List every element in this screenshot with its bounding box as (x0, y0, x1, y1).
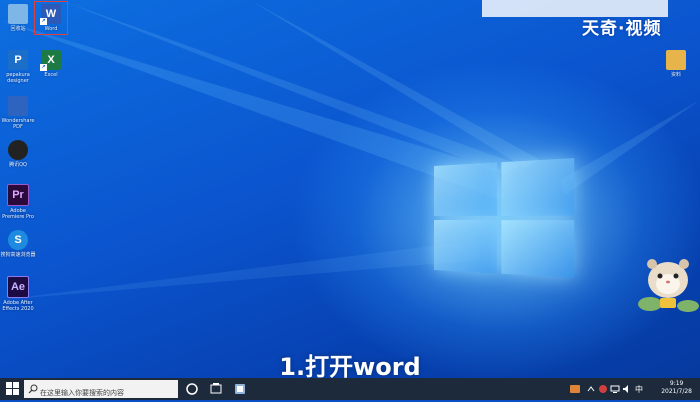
desktop-icon-label: 回收站 (10, 26, 26, 32)
windows-logo-pane (434, 220, 497, 274)
shortcut-arrow-icon: ↗ (40, 64, 47, 71)
desktop-icon-sogou[interactable]: S 搜狗高速浏览器 (0, 230, 36, 258)
folder-icon (666, 50, 686, 70)
desktop-icon-word[interactable]: W ↗ Word (33, 4, 69, 32)
tray-app-icon[interactable] (570, 384, 580, 394)
clock-time: 9:19 (669, 380, 684, 387)
taskbar-app-icon[interactable] (232, 381, 248, 397)
cortana-icon[interactable] (184, 381, 200, 397)
desktop-icon-label: Wondershare PDF (1, 118, 35, 130)
windows-start-icon[interactable] (6, 382, 20, 396)
desktop-icon-label: Adobe After Effects 2020 (2, 300, 34, 312)
task-view-icon[interactable] (208, 381, 224, 397)
desktop-icon-pepakura[interactable]: P pepakura designer (0, 50, 36, 84)
app-icon (8, 96, 28, 116)
search-icon (28, 384, 38, 394)
penguin-icon (8, 140, 28, 160)
windows-logo (434, 158, 575, 278)
clock-date: 2021/7/28 (661, 388, 692, 395)
premiere-icon: Pr (7, 184, 29, 206)
excel-icon: X ↗ (40, 50, 61, 71)
tray-app-icon[interactable] (598, 384, 608, 394)
desktop-icon-label: Adobe Premiere Pro (2, 208, 34, 220)
desktop-icon-excel[interactable]: X ↗ Excel (33, 50, 69, 78)
desktop-icon-label: 搜狗高速浏览器 (0, 252, 36, 258)
search-placeholder: 在这里输入你要搜索的内容 (40, 389, 124, 397)
desktop-icon-folder[interactable]: 资料 (658, 50, 694, 78)
windows-logo-pane (501, 220, 575, 278)
wallpaper-light-beams (0, 0, 700, 300)
browser-icon: S (8, 230, 28, 250)
hamster-mascot-icon (638, 259, 699, 312)
taskbar-search[interactable]: 在这里输入你要搜索的内容 (24, 380, 178, 398)
desktop-icon-label: Excel (44, 72, 58, 78)
desktop-icon-premiere[interactable]: Pr Adobe Premiere Pro (0, 184, 36, 220)
word-icon: W ↗ (40, 4, 61, 25)
windows-logo-pane (501, 158, 575, 216)
desktop-icon-label: pepakura designer (6, 72, 30, 84)
desktop-icon-qq[interactable]: 腾讯QQ (0, 140, 36, 168)
taskbar-clock[interactable]: 9:19 2021/7/28 (661, 380, 692, 396)
recycle-bin-icon (8, 4, 28, 24)
caption: 1.打开word (279, 353, 421, 378)
watermark: 天奇·视频 (582, 19, 662, 39)
volume-icon[interactable] (622, 384, 632, 394)
windows-logo-pane (434, 162, 497, 216)
desktop-icon-label: Word (44, 26, 58, 32)
after-effects-icon: Ae (7, 276, 29, 298)
ime-icon[interactable]: 中 (634, 384, 644, 394)
pepakura-icon: P (8, 50, 28, 70)
desktop-icon-label: 腾讯QQ (9, 162, 27, 168)
network-icon[interactable] (610, 384, 620, 394)
desktop-icon-recycle-bin[interactable]: 回收站 (0, 4, 36, 32)
shortcut-arrow-icon: ↗ (40, 18, 47, 25)
taskbar: 在这里输入你要搜索的内容 中 9:19 2021/7/28 (0, 378, 700, 400)
desktop: 天奇·视频 回收站 W ↗ Word P pepakura designer X… (0, 0, 700, 378)
desktop-icon-label: 资料 (670, 72, 681, 78)
svg-text:中: 中 (635, 384, 643, 394)
desktop-icon-after-effects[interactable]: Ae Adobe After Effects 2020 (0, 276, 36, 312)
chevron-up-icon[interactable] (586, 384, 596, 394)
desktop-icon-pdf[interactable]: Wondershare PDF (0, 96, 36, 130)
